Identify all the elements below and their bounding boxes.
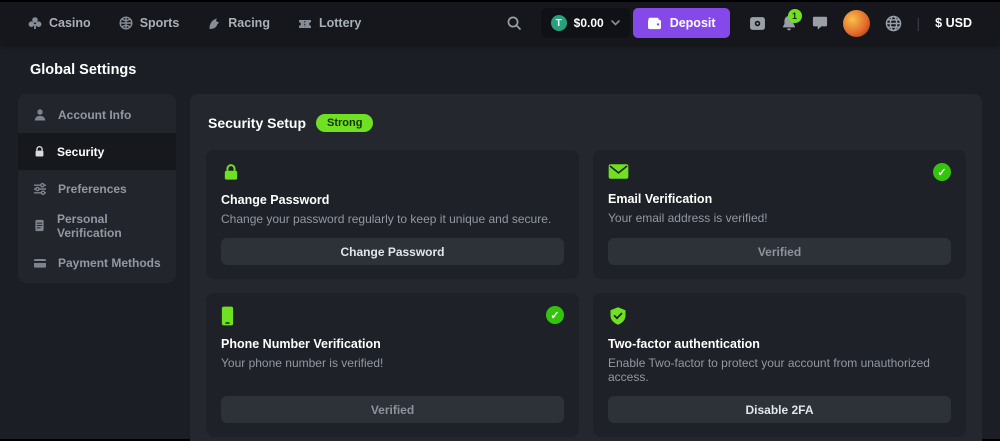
chevron-down-icon [611, 20, 620, 26]
sidebar-item-label: Payment Methods [58, 256, 161, 270]
shield-icon [608, 306, 628, 326]
card-description: Change your password regularly to keep i… [221, 212, 564, 226]
currency-selector[interactable]: $ USD [935, 16, 972, 30]
change-password-button[interactable]: Change Password [221, 238, 564, 265]
racing-icon [207, 16, 221, 30]
nav-item-label: Sports [140, 16, 180, 30]
search-button[interactable] [506, 15, 522, 31]
sports-icon [119, 16, 133, 30]
wallet-group: T $0.00 Deposit [541, 8, 730, 38]
panel-title: Security Setup [208, 115, 306, 131]
avatar[interactable] [843, 10, 870, 37]
lock-icon [33, 145, 46, 158]
balance-pill[interactable]: T $0.00 [541, 8, 630, 38]
card-description: Your phone number is verified! [221, 356, 564, 370]
globe-icon [885, 15, 902, 32]
user-icon [33, 108, 47, 122]
security-card-change-password: Change Password Change your password reg… [206, 150, 579, 279]
language-button[interactable] [885, 15, 902, 32]
search-icon [506, 15, 522, 31]
card-title: Change Password [221, 193, 564, 207]
security-card-email: Email Verification Your email address is… [593, 150, 966, 279]
notification-badge: 1 [788, 9, 802, 23]
sidebar-item-label: Preferences [58, 182, 127, 196]
sliders-icon [33, 182, 47, 196]
security-panel: Security Setup Strong Change Password Ch… [190, 94, 982, 441]
nav-item-label: Casino [49, 16, 91, 30]
chat-button[interactable] [812, 15, 828, 31]
strength-badge: Strong [316, 114, 373, 132]
sidebar-item-label: Account Info [58, 108, 131, 122]
sidebar-item-label: Security [57, 145, 104, 159]
sidebar-item-label: Personal Verification [57, 212, 161, 240]
security-card-2fa: Two-factor authentication Enable Two-fac… [593, 293, 966, 437]
card-title: Email Verification [608, 192, 951, 206]
envelope-icon [608, 163, 629, 180]
settings-page: Global Settings Account Info Security Pr [0, 44, 1000, 441]
card-description: Enable Two-factor to protect your accoun… [608, 356, 951, 384]
sidebar-item-preferences[interactable]: Preferences [18, 170, 176, 207]
deposit-label: Deposit [670, 16, 716, 30]
wallet-icon [647, 17, 662, 30]
sidebar-item-account-info[interactable]: Account Info [18, 96, 176, 133]
document-icon [33, 219, 46, 232]
email-verified-button: Verified [608, 238, 951, 265]
deposit-button[interactable]: Deposit [633, 8, 730, 38]
nav-item-sports[interactable]: Sports [119, 16, 180, 30]
sidebar-item-security[interactable]: Security [18, 133, 176, 170]
security-card-phone: Phone Number Verification Your phone num… [206, 293, 579, 437]
sidebar-item-personal-verification[interactable]: Personal Verification [18, 207, 176, 244]
nav-item-racing[interactable]: Racing [207, 16, 270, 30]
verified-check-icon [933, 163, 951, 181]
primary-nav: Casino Sports Racing Lottery [28, 16, 361, 30]
casino-icon [28, 16, 42, 30]
verified-check-icon [546, 306, 564, 324]
phone-verified-button: Verified [221, 396, 564, 423]
padlock-icon [221, 163, 241, 182]
top-navbar: Casino Sports Racing Lottery [0, 2, 1000, 44]
nav-item-casino[interactable]: Casino [28, 16, 91, 30]
balance-amount: $0.00 [574, 16, 604, 30]
card-title: Two-factor authentication [608, 337, 951, 351]
nav-item-label: Racing [228, 16, 270, 30]
navbar-actions: T $0.00 Deposit 1 [506, 8, 972, 38]
chat-icon [812, 15, 828, 31]
notifications-button[interactable]: 1 [781, 15, 797, 31]
page-title: Global Settings [30, 62, 982, 78]
settings-sidebar: Account Info Security Preferences Person… [18, 94, 176, 283]
sidebar-item-payment-methods[interactable]: Payment Methods [18, 244, 176, 281]
tether-coin-icon: T [551, 15, 567, 31]
card-icon [33, 256, 47, 270]
vault-icon [749, 16, 766, 31]
divider: | [917, 15, 921, 31]
lottery-icon [298, 16, 312, 30]
vault-button[interactable] [749, 16, 766, 31]
phone-icon [221, 306, 234, 326]
nav-item-label: Lottery [319, 16, 361, 30]
security-cards-grid: Change Password Change your password reg… [206, 150, 966, 437]
card-description: Your email address is verified! [608, 211, 951, 225]
disable-2fa-button[interactable]: Disable 2FA [608, 396, 951, 423]
card-title: Phone Number Verification [221, 337, 564, 351]
nav-item-lottery[interactable]: Lottery [298, 16, 361, 30]
